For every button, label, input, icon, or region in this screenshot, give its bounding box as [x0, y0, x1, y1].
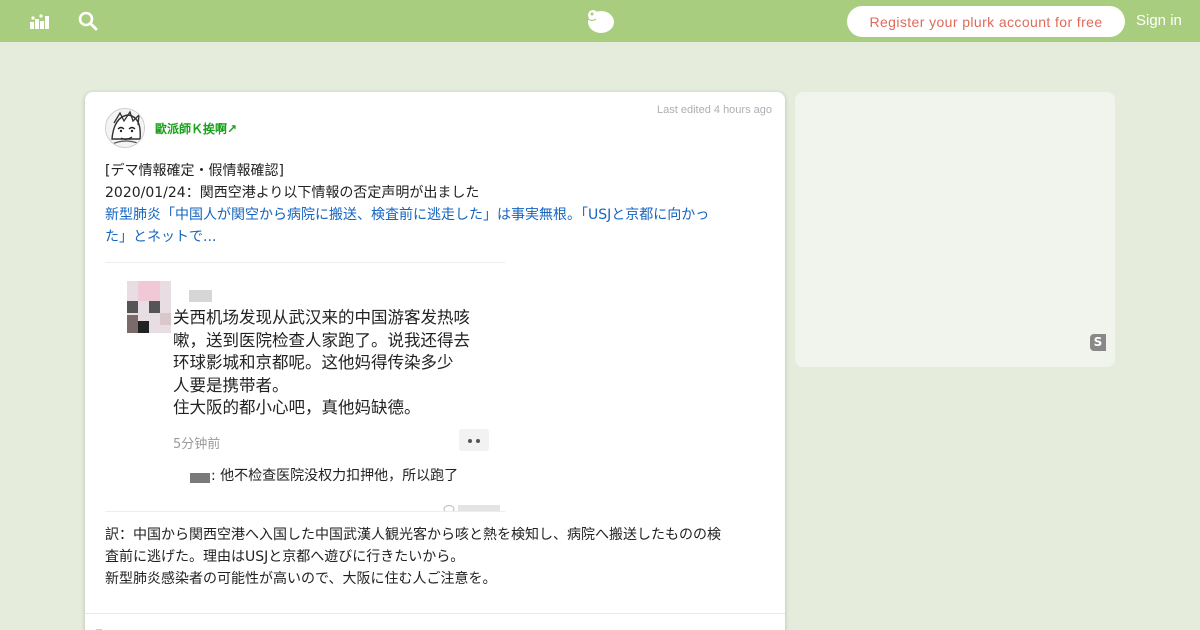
news-link[interactable]: た」とネットで...	[105, 226, 770, 248]
sign-in-link[interactable]: Sign in	[1136, 12, 1182, 29]
divider	[85, 613, 785, 614]
sidebar-panel: S	[795, 92, 1115, 367]
plurk-post-card: 歐派師Ｋ挨啊↗ Last edited 4 hours ago [デマ情報確定・…	[85, 92, 785, 630]
image-text-line: 关西机场发现从武汉来的中国游客发热咳	[173, 308, 470, 327]
translation-line: 査前に逃げた。理由はUSJと京都へ遊びに行きたいから。	[105, 549, 465, 565]
edited-timestamp: Last edited 4 hours ago	[657, 104, 772, 116]
image-text-line: 人要是携带者。	[173, 375, 289, 395]
blurred-name	[190, 473, 210, 483]
watermark-icon	[443, 499, 503, 511]
plurk-logo[interactable]	[585, 7, 615, 35]
image-text-line: 嗽，送到医院检查人家跑了。说我还得去	[173, 330, 470, 350]
username[interactable]: 歐派師Ｋ挨啊↗	[155, 120, 237, 137]
top-bar: Register your plurk account for free Sig…	[0, 0, 1200, 42]
translation-text: 訳：中国から関西空港へ入国した中国武漢人観光客から咳と熱を検知し、病院へ搬送した…	[105, 524, 770, 590]
image-reply: : 他不检查医院没权力扣押他，所以跑了	[211, 468, 459, 484]
stats-icon[interactable]	[28, 10, 50, 32]
search-icon[interactable]	[77, 10, 99, 32]
image-text-line: 环球影城和京都呢。这他妈得传染多少	[173, 353, 454, 372]
image-time: 5分钟前	[173, 437, 221, 452]
news-link[interactable]: 新型肺炎「中国人が関空から病院に搬送、検査前に逃走した」は事実無根。「USJと京…	[105, 204, 770, 226]
side-badge-button[interactable]: S	[1090, 334, 1106, 351]
post-text-line: 2020/01/24：関西空港より以下情報の否定声明が出ました	[105, 185, 480, 201]
post-image[interactable]: 关西机场发现从武汉来的中国游客发热咳 嗽，送到医院检查人家跑了。说我还得去 环球…	[105, 262, 505, 512]
image-text: 关西机场发现从武汉来的中国游客发热咳 嗽，送到医院检查人家跑了。说我还得去 环球…	[173, 307, 503, 420]
image-text-line: 住大阪的都小心吧，真他妈缺德。	[173, 398, 421, 417]
translation-line: 訳：中国から関西空港へ入国した中国武漢人観光客から咳と熱を検知し、病院へ搬送した…	[105, 527, 721, 543]
post-text-line: [デマ情報確定・假情報確認]	[105, 163, 284, 179]
register-button[interactable]: Register your plurk account for free	[847, 6, 1125, 37]
translation-line: 新型肺炎感染者の可能性が高いので、大阪に住む人ご注意を。	[105, 571, 497, 587]
blurred-name	[189, 290, 212, 302]
avatar[interactable]	[105, 108, 145, 148]
post-content: [デマ情報確定・假情報確認] 2020/01/24：関西空港より以下情報の否定声…	[105, 160, 770, 248]
more-icon	[459, 429, 489, 451]
